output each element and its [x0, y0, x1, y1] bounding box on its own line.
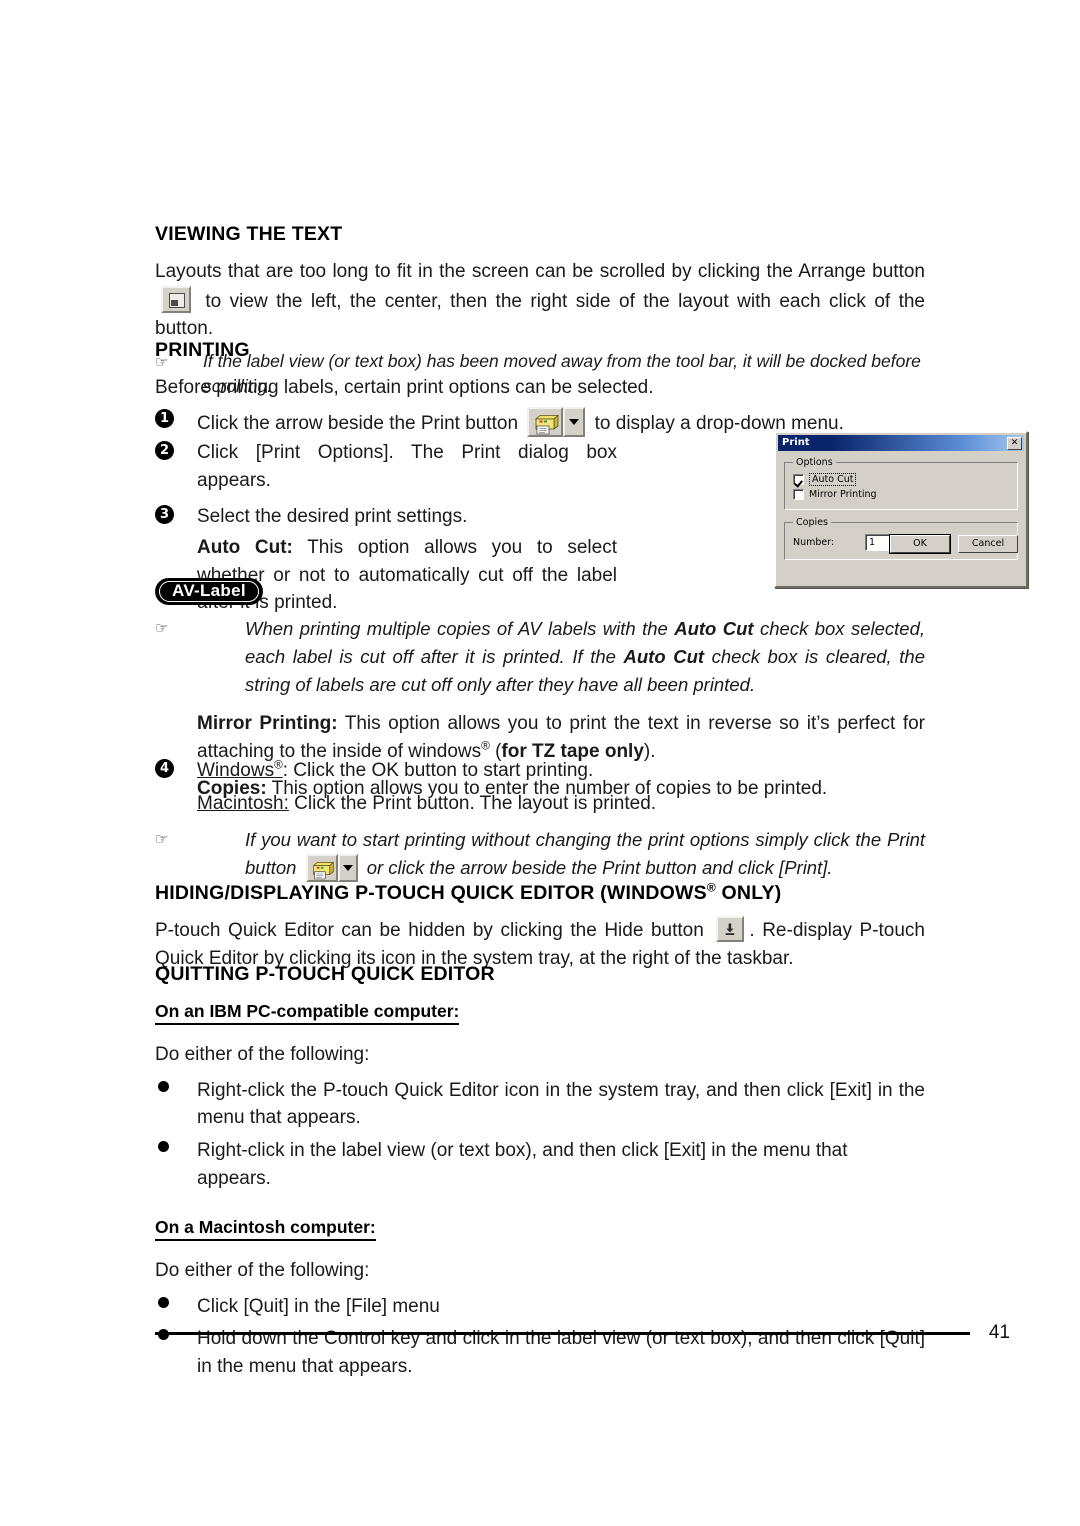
av-label-note-text: When printing multiple copies of AV labe… [245, 615, 925, 698]
step-number-4: 4 [155, 757, 197, 778]
step-1-text-before: Click the arrow beside the Print button [197, 412, 519, 434]
list-item: Click [Quit] in the [File] menu [155, 1293, 925, 1321]
registered-mark: ® [274, 758, 283, 772]
pointing-hand-icon: ☞ [155, 831, 169, 849]
av-note-bold1: Auto Cut [674, 618, 754, 639]
options-group: Options Auto Cut Mirror Printing [784, 457, 1018, 510]
av-note-bold2: Auto Cut [623, 645, 705, 667]
printing-final-note-text: If you want to start printing without ch… [245, 826, 925, 882]
printer-icon[interactable] [527, 406, 564, 437]
printing-step-2-text: Click [Print Options]. The Print dialog … [197, 442, 617, 492]
printing-final-note: ☞ If you want to start printing without … [155, 826, 925, 882]
auto-cut-checkbox-label: Auto Cut [809, 473, 857, 486]
step-4-macintosh-line: Macintosh: Click the Print button. The l… [197, 790, 925, 818]
viewing-paragraph-part1: Layouts that are too long to fit in the … [155, 261, 925, 283]
print-dialog[interactable]: Print ✕ Options Auto Cut Mirror Printing… [774, 431, 1028, 588]
av-note-part1: When printing multiple copies of AV labe… [245, 618, 675, 639]
cancel-button[interactable]: Cancel [958, 535, 1018, 553]
registered-mark: ® [706, 880, 716, 895]
mirror-printing-label: Mirror Printing: [197, 713, 338, 735]
page-title-viewing: VIEWING THE TEXT [155, 223, 343, 245]
hiding-heading-part1: HIDING/DISPLAYING P-TOUCH QUICK EDITOR (… [155, 882, 707, 904]
copies-group-label: Copies [796, 517, 828, 528]
section-hiding-displaying: HIDING/DISPLAYING P-TOUCH QUICK EDITOR (… [155, 881, 925, 972]
page-number: 41 [988, 1322, 1010, 1343]
step-number-1: 1 [155, 407, 197, 428]
auto-cut-label: Auto Cut: [197, 537, 293, 559]
macintosh-os-text: Click the Print button. The layout is pr… [288, 792, 657, 814]
page-footer: 41 [155, 1322, 1010, 1344]
macintosh-os-label: Macintosh: [197, 792, 289, 814]
printing-step-4: 4 Windows®: Click the OK button to start… [155, 757, 925, 882]
viewing-paragraph-part2: to view the left, the center, then the r… [155, 290, 925, 340]
ok-button[interactable]: OK [889, 534, 951, 554]
final-note-part2: or click the arrow beside the Print butt… [366, 856, 833, 878]
print-button-group[interactable] [527, 406, 586, 437]
av-label-note: ☞ When printing multiple copies of AV la… [155, 615, 925, 698]
mirror-printing-checkbox-label: Mirror Printing [809, 489, 877, 500]
page-title-quitting: QUITTING P-TOUCH QUICK EDITOR [155, 963, 495, 985]
mac-lead-text: Do either of the following: [155, 1260, 370, 1282]
document-page: VIEWING THE TEXT Layouts that are too lo… [155, 0, 1028, 1526]
auto-cut-checkbox-row[interactable]: Auto Cut [793, 473, 1011, 486]
ibm-bullet-2: Right-click in the label view (or text b… [197, 1140, 848, 1189]
hide-down-arrow-icon[interactable] [716, 916, 745, 943]
hiding-heading-part2: ONLY) [715, 882, 782, 904]
chevron-down-icon[interactable] [563, 406, 586, 437]
mirror-printing-checkbox-row[interactable]: Mirror Printing [793, 489, 1011, 500]
bullet-dot-icon [155, 1293, 197, 1313]
subhead-ibm: On an IBM PC-compatible computer: [155, 1001, 460, 1026]
subhead-macintosh: On a Macintosh computer: [155, 1217, 376, 1242]
mirror-printing-checkbox[interactable] [793, 489, 804, 500]
page-title-printing: PRINTING [155, 339, 250, 361]
dialog-title: Print [782, 437, 810, 448]
options-group-label: Options [796, 457, 833, 468]
step-4-windows-line: Windows®: Click the OK button to start p… [197, 757, 925, 785]
viewing-paragraph: Layouts that are too long to fit in the … [155, 258, 925, 343]
windows-os-text: : Click the OK button to start printing. [282, 760, 594, 781]
pointing-hand-icon: ☞ [155, 620, 169, 637]
print-button-group[interactable] [305, 853, 358, 882]
windows-os-label: Windows® [197, 758, 283, 781]
bullet-dot-icon [155, 1137, 197, 1157]
registered-mark: ® [481, 739, 490, 753]
number-label: Number: [793, 537, 835, 548]
auto-cut-checkbox[interactable] [793, 474, 804, 485]
printer-icon[interactable] [305, 853, 338, 882]
ibm-bullet-1: Right-click the P-touch Quick Editor ico… [197, 1079, 925, 1129]
ibm-lead-text: Do either of the following: [155, 1044, 370, 1066]
mac-bullet-1: Click [Quit] in the [File] menu [197, 1295, 440, 1317]
step-number-2: 2 [155, 439, 197, 461]
chevron-down-icon[interactable] [337, 853, 358, 882]
list-item: Right-click in the label view (or text b… [155, 1137, 925, 1192]
list-item: Right-click the P-touch Quick Editor ico… [155, 1077, 925, 1132]
bullet-dot-icon [155, 1077, 197, 1097]
step-number-3: 3 [155, 503, 197, 524]
dialog-title-bar: Print ✕ [778, 435, 1024, 451]
printing-step-3-text: Select the desired print settings. [197, 505, 468, 527]
status-badge: AV-Label [155, 578, 263, 605]
close-icon[interactable]: ✕ [1007, 436, 1022, 450]
hiding-text-1: P-touch Quick Editor can be hidden by cl… [155, 920, 704, 942]
printing-intro: Before printing labels, certain print op… [155, 377, 654, 399]
arrange-window-icon[interactable] [161, 285, 191, 313]
section-quitting: QUITTING P-TOUCH QUICK EDITOR On an IBM … [155, 962, 925, 1380]
page-title-hiding: HIDING/DISPLAYING P-TOUCH QUICK EDITOR (… [155, 881, 925, 905]
footer-divider [155, 1331, 970, 1335]
